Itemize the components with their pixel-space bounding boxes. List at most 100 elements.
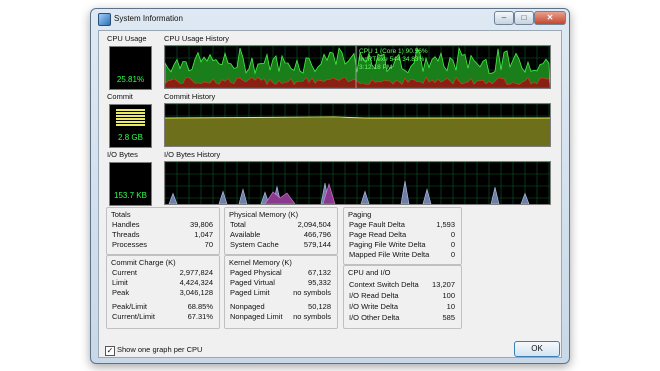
paging-key: Page Read Delta: [349, 230, 407, 239]
paging-key: Page Fault Delta: [349, 220, 405, 229]
cpu-io-value: 10: [446, 302, 455, 311]
window-title: System Information: [114, 14, 183, 23]
commit-meter-bars: [116, 109, 145, 127]
io-bytes-value: 153.7 KB: [114, 191, 147, 200]
cpu-tooltip-line-2: IncRT.exe 544 34.83%: [359, 56, 425, 63]
app-icon: [98, 13, 111, 26]
paging-key: Mapped File Write Delta: [349, 250, 430, 259]
totals-group: Totals Handles 39,806 Threads 1,047 Proces…: [106, 207, 220, 255]
commit-charge-key: Peak/Limit: [112, 302, 148, 311]
cpu-io-key: I/O Write Delta: [349, 302, 399, 311]
paging-group: Paging Page Fault Delta 1,593 Page Read D…: [343, 207, 462, 265]
kernel-memory-key: Paged Limit: [230, 288, 270, 297]
paging-row: Page Read Delta 0: [349, 230, 455, 240]
commit-charge-row: Limit 4,424,324: [112, 278, 213, 288]
paging-value: 0: [450, 240, 455, 249]
physical-memory-group: Physical Memory (K) Total 2,094,504 Avail…: [224, 207, 338, 255]
close-button[interactable]: ✕: [534, 11, 566, 25]
cpu-io-row: I/O Other Delta 585: [349, 313, 455, 323]
physical-memory-row: Total 2,094,504: [230, 220, 331, 230]
cpu-history-label: CPU Usage History: [164, 34, 230, 43]
kernel-memory-key: Paged Virtual: [230, 278, 275, 287]
io-history-chart: [165, 162, 550, 204]
one-graph-per-cpu-checkbox[interactable]: ✓: [105, 346, 115, 356]
cpu-usage-meter: 25.81%: [109, 46, 152, 90]
paging-value: 0: [450, 250, 455, 259]
physical-memory-row: System Cache 579,144: [230, 240, 331, 250]
totals-value: 39,806: [190, 220, 213, 229]
kernel-memory-value: no symbols: [293, 288, 331, 297]
physical-memory-row: Available 466,796: [230, 230, 331, 240]
cpu-io-value: 100: [442, 291, 455, 300]
totals-key: Threads: [112, 230, 140, 239]
cpu-usage-label: CPU Usage: [107, 34, 147, 43]
commit-charge-row: Current/Limit 67.31%: [112, 312, 213, 322]
kernel-memory-row: Paged Physical 67,132: [230, 268, 331, 278]
commit-charge-row: Current 2,977,824: [112, 268, 213, 278]
system-information-window: System Information – □ ✕ CPU Usage 25.81…: [90, 8, 570, 364]
title-bar[interactable]: System Information – □ ✕: [91, 9, 569, 29]
cpu-io-value: 13,207: [432, 280, 455, 289]
kernel-memory-row: Nonpaged 50,128: [230, 302, 331, 312]
minimize-button[interactable]: –: [494, 11, 514, 25]
ok-button[interactable]: OK: [514, 341, 560, 357]
physical-memory-key: System Cache: [230, 240, 279, 249]
commit-value: 2.8 GB: [118, 133, 143, 142]
totals-row: Threads 1,047: [112, 230, 213, 240]
commit-charge-key: Limit: [112, 278, 128, 287]
commit-charge-key: Peak: [112, 288, 130, 297]
commit-history-graph: [164, 103, 551, 147]
cpu-tooltip: CPU 1 (Core 1) 90.56% IncRT.exe 544 34.8…: [359, 48, 428, 72]
kernel-memory-key: Paged Physical: [230, 268, 282, 277]
kernel-memory-value: no symbols: [293, 312, 331, 321]
kernel-memory-row: Paged Limit no symbols: [230, 288, 331, 298]
commit-charge-group: Commit Charge (K) Current 2,977,824 Limit…: [106, 255, 220, 329]
totals-row: Processes 70: [112, 240, 213, 250]
physical-memory-value: 579,144: [303, 240, 331, 249]
physical-memory-key: Available: [230, 230, 261, 239]
commit-charge-row: Peak/Limit 68.85%: [112, 302, 213, 312]
physical-memory-value: 466,796: [303, 230, 331, 239]
kernel-memory-value: 95,332: [308, 278, 331, 287]
totals-key: Handles: [112, 220, 140, 229]
cpu-io-row: I/O Write Delta 10: [349, 302, 455, 312]
paging-row: Paging File Write Delta 0: [349, 240, 455, 250]
paging-key: Paging File Write Delta: [349, 240, 426, 249]
io-history-graph: [164, 161, 551, 205]
commit-charge-value: 3,046,128: [179, 288, 213, 297]
cpu-io-row: Context Switch Delta 13,207: [349, 280, 455, 290]
paging-row: Page Fault Delta 1,593: [349, 220, 455, 230]
commit-charge-header: Commit Charge (K): [111, 258, 176, 267]
commit-history-chart: [165, 104, 550, 146]
physical-memory-header: Physical Memory (K): [229, 210, 299, 219]
cpu-tooltip-line-1: CPU 1 (Core 1) 90.56%: [359, 48, 428, 55]
commit-history-label: Commit History: [164, 92, 216, 101]
commit-charge-key: Current/Limit: [112, 312, 155, 321]
io-bytes-meter: 153.7 KB: [109, 162, 152, 206]
physical-memory-key: Total: [230, 220, 246, 229]
one-graph-per-cpu-label[interactable]: Show one graph per CPU: [117, 345, 202, 354]
kernel-memory-key: Nonpaged: [230, 302, 265, 311]
paging-value: 0: [450, 230, 455, 239]
window-client-area: CPU Usage 25.81% CPU Usage History CPU 1…: [98, 30, 562, 358]
cpu-history-chart: [165, 46, 550, 88]
kernel-memory-key: Nonpaged Limit: [230, 312, 283, 321]
commit-charge-row: Peak 3,046,128: [112, 288, 213, 298]
cpu-io-value: 585: [442, 313, 455, 322]
physical-memory-value: 2,094,504: [297, 220, 331, 229]
commit-charge-key: Current: [112, 268, 138, 277]
totals-value: 70: [204, 240, 213, 249]
io-bytes-label: I/O Bytes: [107, 150, 138, 159]
kernel-memory-value: 67,132: [308, 268, 331, 277]
kernel-memory-row: Paged Virtual 95,332: [230, 278, 331, 288]
kernel-memory-group: Kernel Memory (K) Paged Physical 67,132 P…: [224, 255, 338, 329]
paging-row: Mapped File Write Delta 0: [349, 250, 455, 260]
commit-meter: 2.8 GB: [109, 104, 152, 148]
commit-charge-value: 67.31%: [187, 312, 213, 321]
cpu-io-key: I/O Read Delta: [349, 291, 399, 300]
kernel-memory-header: Kernel Memory (K): [229, 258, 292, 267]
maximize-button[interactable]: □: [514, 11, 534, 25]
totals-header: Totals: [111, 210, 131, 219]
cpu-io-header: CPU and I/O: [348, 268, 391, 277]
cpu-io-row: I/O Read Delta 100: [349, 291, 455, 301]
